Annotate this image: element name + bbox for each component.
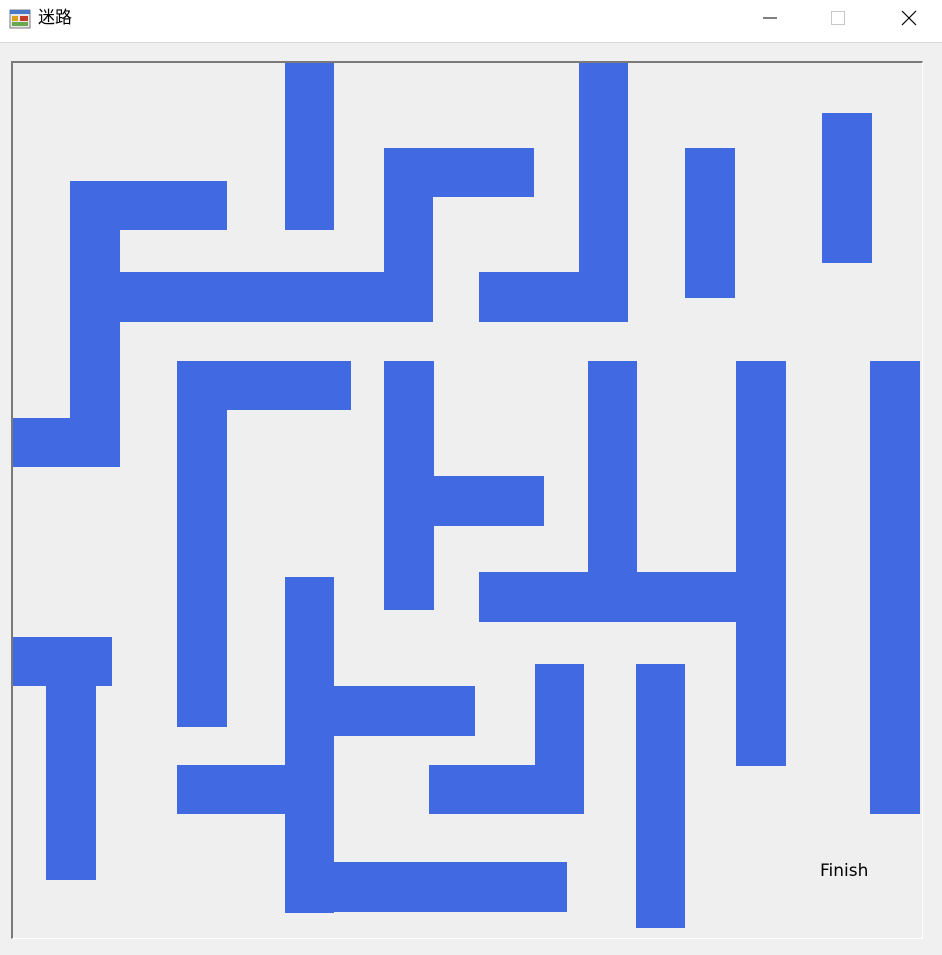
maze-wall xyxy=(685,148,735,298)
maximize-button[interactable] xyxy=(805,0,871,36)
maze-wall xyxy=(46,637,96,880)
maze-wall xyxy=(177,765,285,814)
maze-wall xyxy=(177,361,227,727)
maze-wall xyxy=(334,862,567,912)
window-title: 迷路 xyxy=(38,8,72,28)
maze-wall xyxy=(434,476,544,526)
minimize-icon xyxy=(763,17,777,19)
title-bar: 迷路 xyxy=(0,0,942,43)
maze-wall xyxy=(736,361,786,766)
maximize-icon xyxy=(831,11,845,25)
maze-wall xyxy=(384,361,434,610)
finish-label: Finish xyxy=(820,861,869,881)
maze-wall xyxy=(285,577,334,913)
maze-wall xyxy=(285,63,334,230)
close-icon xyxy=(901,10,917,26)
app-form-icon[interactable] xyxy=(9,8,31,30)
maze-wall xyxy=(334,686,475,736)
maze-wall xyxy=(120,272,433,322)
maze-panel[interactable]: Finish xyxy=(11,61,923,939)
maze-wall xyxy=(13,418,120,467)
maze-wall xyxy=(870,361,920,814)
maze-wall xyxy=(636,664,685,928)
maze-wall xyxy=(479,272,628,322)
maze-wall xyxy=(822,113,872,263)
close-button[interactable] xyxy=(876,0,942,36)
minimize-button[interactable] xyxy=(737,0,803,36)
maze-wall xyxy=(535,664,584,814)
